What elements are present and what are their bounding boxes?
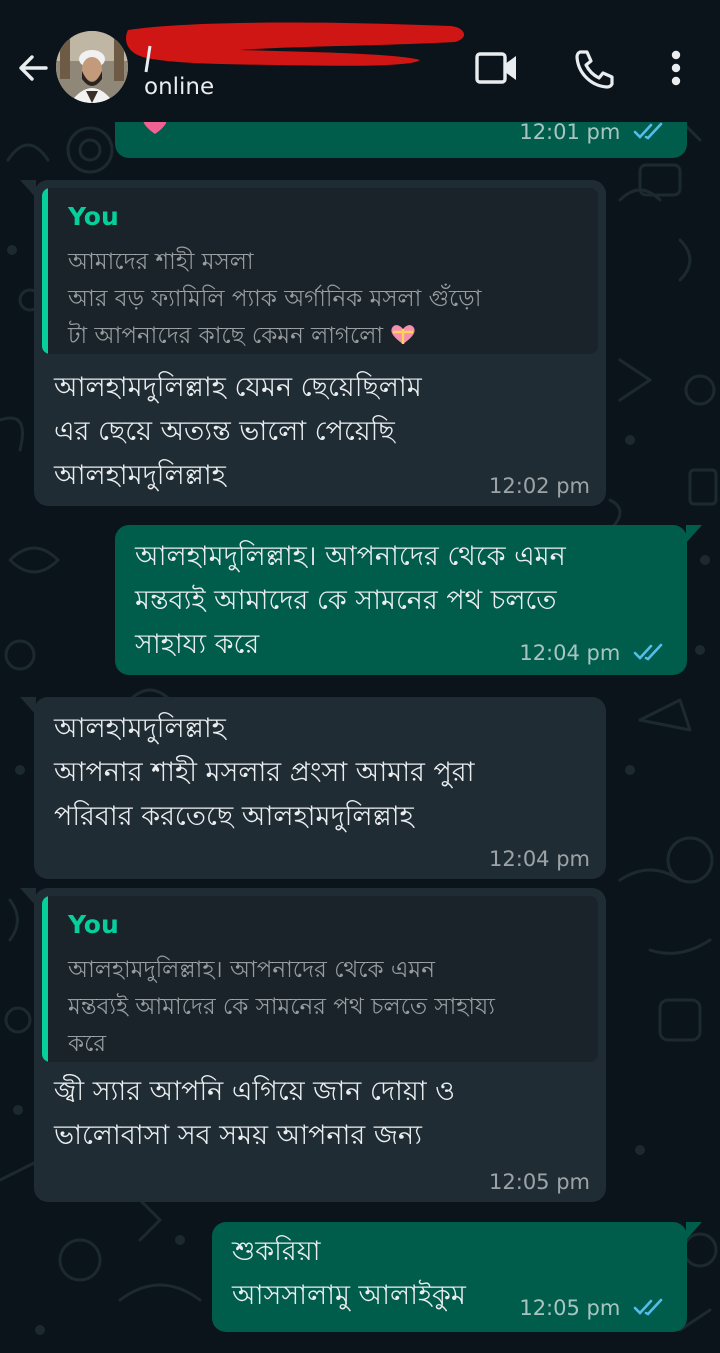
arrow-left-icon[interactable] [14, 48, 54, 88]
message-bubble-incoming[interactable]: You আলহামদুলিল্লাহ। আপনাদের থেকে এমন মন্… [34, 888, 606, 1202]
gift-heart-emoji-icon [391, 325, 415, 344]
quote-accent-bar [42, 188, 48, 354]
message-time: 12:01 pm [519, 120, 621, 144]
quote-text-content: আমাদের শাহী মসলা আর বড় ফ্যামিলি প্যাক অ… [68, 249, 482, 349]
message-text: শুকরিয়া আসসালামু আলাইকুম [232, 1236, 466, 1311]
bubble-tail [686, 1222, 702, 1240]
quoted-reply[interactable]: You আমাদের শাহী মসলা আর বড় ফ্যামিলি প্য… [42, 188, 598, 354]
message-time: 12:02 pm [489, 474, 590, 498]
message-time: 12:04 pm [489, 847, 590, 871]
message-text: আলহামদুলিল্লাহ আপনার শাহী মসলার প্রংসা আ… [54, 713, 475, 832]
bubble-tail [686, 525, 702, 543]
quote-text: আলহামদুলিল্লাহ। আপনাদের থেকে এমন মন্তব্য… [68, 957, 495, 1057]
phone-icon[interactable] [568, 44, 620, 92]
message-bubble-outgoing[interactable]: শুকরিয়া আসসালামু আলাইকুম 12:05 pm [212, 1222, 687, 1332]
quote-text: আমাদের শাহী মসলা আর বড় ফ্যামিলি প্যাক অ… [68, 244, 584, 354]
message-time: 12:04 pm [519, 641, 621, 665]
contact-status: online [144, 74, 215, 100]
message-text: জ্বী স্যার আপনি এগিয়ে জান দোয়া ও ভালোব… [54, 1076, 456, 1151]
read-ticks-icon [633, 122, 663, 140]
avatar[interactable] [56, 31, 128, 103]
read-ticks-icon [633, 643, 663, 661]
chat-screen: online 12:01 pm You আমাদের শাহী মসলা আর [0, 0, 720, 1353]
more-vertical-icon[interactable] [654, 44, 698, 92]
redacted-contact-name [125, 22, 465, 73]
message-bubble-outgoing[interactable]: আলহামদুলিল্লাহ। আপনাদের থেকে এমন মন্তব্য… [115, 525, 687, 675]
message-time: 12:05 pm [519, 1296, 621, 1320]
quote-author: You [68, 202, 119, 231]
video-call-icon[interactable] [470, 44, 522, 92]
quote-accent-bar [42, 896, 48, 1062]
read-ticks-icon [633, 1298, 663, 1316]
message-bubble-incoming[interactable]: আলহামদুলিল্লাহ আপনার শাহী মসলার প্রংসা আ… [34, 697, 606, 879]
message-bubble-incoming[interactable]: You আমাদের শাহী মসলা আর বড় ফ্যামিলি প্য… [34, 180, 606, 506]
quote-author: You [68, 910, 119, 939]
quoted-reply[interactable]: You আলহামদুলিল্লাহ। আপনাদের থেকে এমন মন্… [42, 896, 598, 1062]
message-time: 12:05 pm [489, 1170, 590, 1194]
chat-header: online [0, 0, 720, 122]
